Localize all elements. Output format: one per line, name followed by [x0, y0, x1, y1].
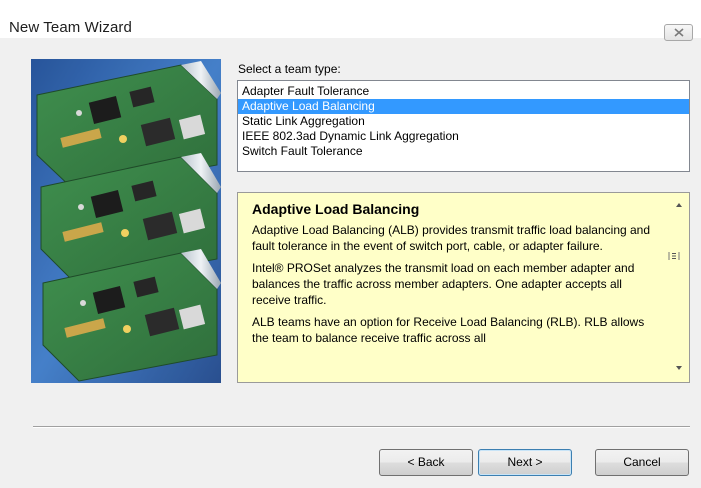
new-team-wizard-window: New Team Wizard Select a team type: Adap… — [0, 0, 701, 488]
description-paragraph: Adaptive Load Balancing (ALB) provides t… — [252, 223, 651, 253]
next-button[interactable]: Next > — [478, 449, 572, 476]
window-title: New Team Wizard — [9, 19, 132, 36]
description-paragraph: Intel® PROSet analyzes the transmit load… — [252, 261, 635, 307]
description-content: Adaptive Load Balancing Adaptive Load Ba… — [252, 201, 662, 352]
cancel-button[interactable]: Cancel — [595, 449, 689, 476]
scrollbar-thumb-grip-icon[interactable] — [668, 250, 680, 262]
team-type-option[interactable]: Switch Fault Tolerance — [238, 144, 689, 159]
back-button[interactable]: < Back — [379, 449, 473, 476]
adapter-cards-illustration — [31, 59, 221, 383]
close-button[interactable] — [664, 24, 693, 41]
scroll-up-arrow-icon[interactable] — [674, 200, 684, 210]
team-type-description-pane[interactable]: Adaptive Load Balancing Adaptive Load Ba… — [237, 192, 690, 383]
description-title: Adaptive Load Balancing — [252, 201, 420, 217]
title-bar: New Team Wizard — [0, 0, 701, 41]
close-icon — [674, 28, 684, 37]
footer-separator — [33, 426, 690, 428]
team-type-option[interactable]: Static Link Aggregation — [238, 114, 689, 129]
scroll-down-arrow-icon[interactable] — [674, 363, 684, 373]
team-type-option[interactable]: IEEE 802.3ad Dynamic Link Aggregation — [238, 129, 689, 144]
team-type-label: Select a team type: — [238, 62, 341, 76]
team-type-option[interactable]: Adapter Fault Tolerance — [238, 84, 689, 99]
team-type-listbox[interactable]: Adapter Fault Tolerance Adaptive Load Ba… — [237, 80, 690, 172]
team-type-option-selected[interactable]: Adaptive Load Balancing — [238, 99, 689, 114]
network-cards-image — [31, 59, 221, 383]
description-paragraph: ALB teams have an option for Receive Loa… — [252, 315, 645, 345]
